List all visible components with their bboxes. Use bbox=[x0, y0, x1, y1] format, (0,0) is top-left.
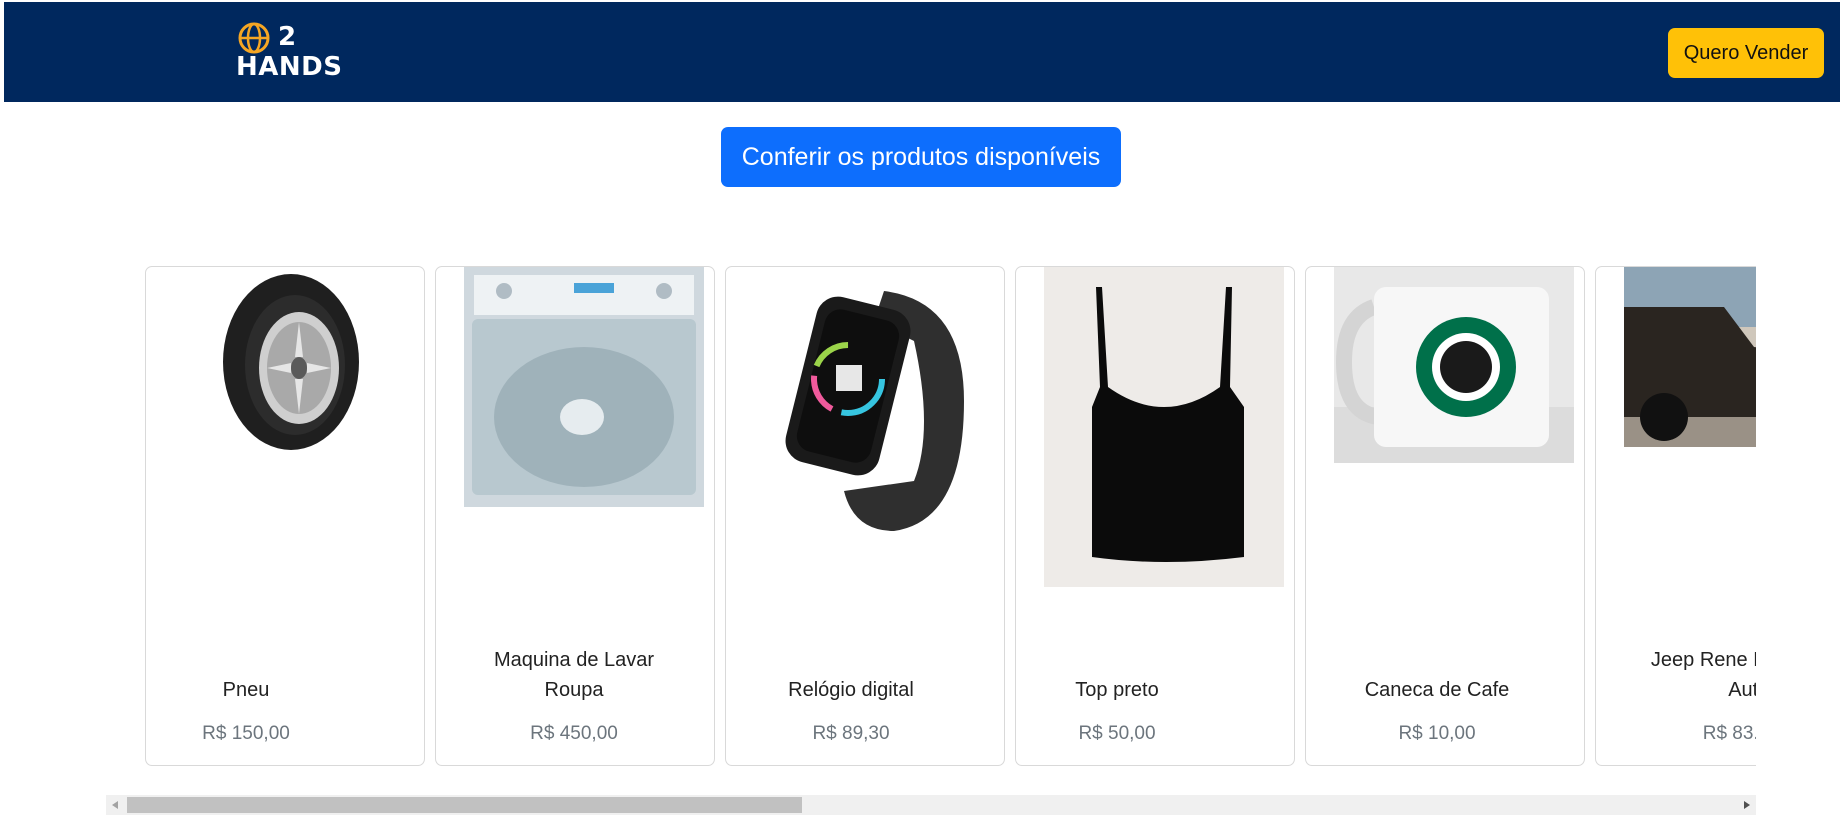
product-title: Relógio digital bbox=[788, 679, 914, 701]
logo-number: 2 bbox=[278, 22, 297, 52]
navbar: 2 HANDS Quero Vender bbox=[4, 2, 1840, 102]
product-card-pneu[interactable]: Pneu R$ 150,00 bbox=[145, 266, 425, 766]
jeep-car-image bbox=[1624, 267, 1756, 447]
logo[interactable]: 2 HANDS bbox=[234, 18, 344, 84]
product-price: R$ 450,00 bbox=[530, 723, 618, 744]
product-card-jeep-renegade[interactable]: Jeep Rene Longitude Aut. R$ 83.4 bbox=[1595, 266, 1756, 766]
product-price: R$ 83.4 bbox=[1702, 723, 1756, 744]
logo-text: HANDS bbox=[236, 52, 343, 82]
horizontal-scrollbar[interactable] bbox=[106, 795, 1756, 815]
globe-icon bbox=[238, 22, 270, 54]
smartwatch-image bbox=[785, 291, 964, 531]
starbucks-mug-image bbox=[1334, 267, 1574, 463]
product-card-maquina-de-lavar[interactable]: Maquina de Lavar Roupa R$ 450,00 bbox=[435, 266, 715, 766]
quero-vender-button[interactable]: Quero Vender bbox=[1668, 28, 1824, 78]
scrollbar-thumb[interactable] bbox=[127, 797, 802, 813]
scroll-right-arrow-icon[interactable] bbox=[1744, 801, 1750, 809]
product-price: R$ 89,30 bbox=[812, 723, 890, 744]
washing-machine-image bbox=[464, 267, 704, 507]
product-card-relogio-digital[interactable]: Relógio digital R$ 89,30 bbox=[725, 266, 1005, 766]
product-title: Jeep Rene Longitude Aut. bbox=[1650, 649, 1756, 701]
conferir-produtos-button[interactable]: Conferir os produtos disponíveis bbox=[721, 127, 1121, 187]
product-title: Pneu bbox=[222, 679, 270, 701]
product-title: Caneca de Cafe bbox=[1364, 679, 1510, 701]
tire-image bbox=[223, 274, 359, 450]
product-price: R$ 50,00 bbox=[1078, 723, 1156, 744]
product-title: Top preto bbox=[1075, 679, 1159, 701]
black-top-image bbox=[1044, 267, 1284, 587]
product-carousel: Pneu R$ 150,00 Maquina de Lavar Roupa R$… bbox=[106, 260, 1756, 770]
product-card-top-preto[interactable]: Top preto R$ 50,00 bbox=[1015, 266, 1295, 766]
product-price: R$ 150,00 bbox=[202, 723, 290, 744]
product-price: R$ 10,00 bbox=[1398, 723, 1476, 744]
product-title: Maquina de Lavar Roupa bbox=[493, 649, 655, 701]
product-card-caneca-de-cafe[interactable]: Caneca de Cafe R$ 10,00 bbox=[1305, 266, 1585, 766]
scroll-left-arrow-icon[interactable] bbox=[112, 801, 118, 809]
